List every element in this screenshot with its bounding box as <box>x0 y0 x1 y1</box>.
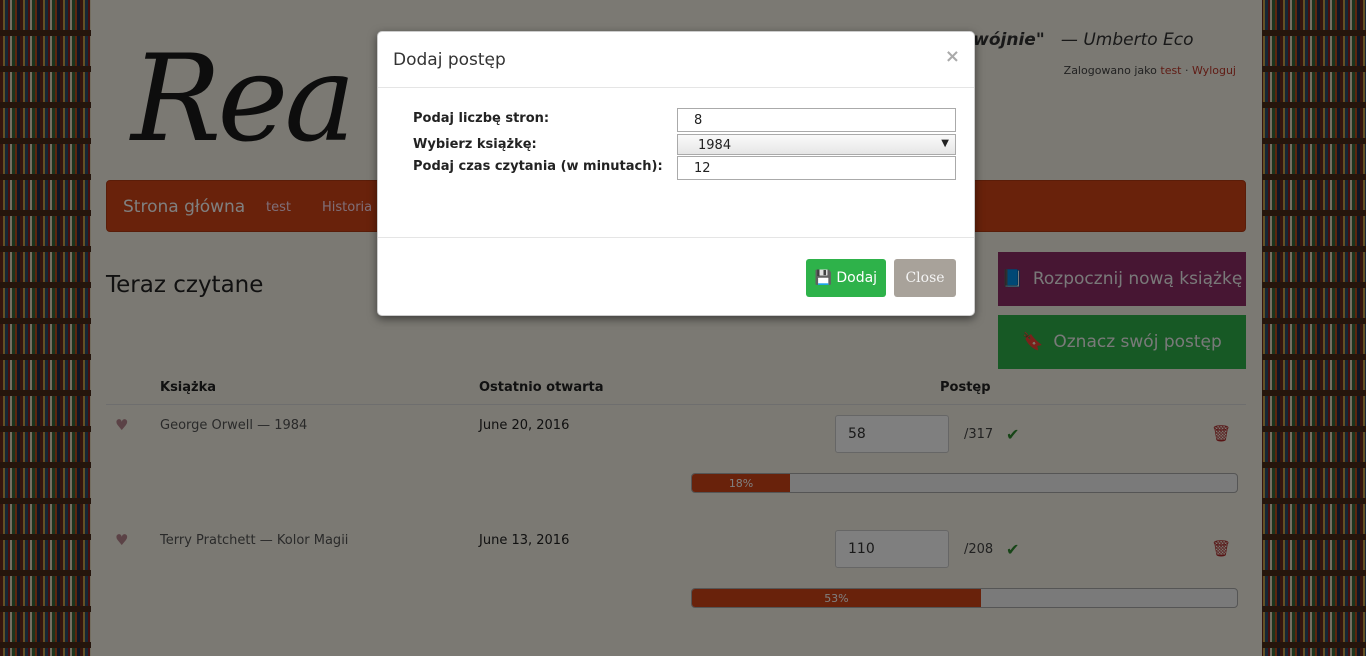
add-button-label: Dodaj <box>836 270 878 286</box>
book-label: Wybierz książkę: <box>413 137 537 152</box>
time-input[interactable]: 12 <box>677 156 956 180</box>
pages-input[interactable]: 8 <box>677 108 956 132</box>
time-label: Podaj czas czytania (w minutach): <box>413 159 663 174</box>
close-button[interactable]: Close <box>894 259 956 297</box>
modal-footer: 💾 Dodaj Close <box>378 237 974 317</box>
modal-title: Dodaj postęp <box>393 50 506 70</box>
book-select[interactable]: 1984 ▼ <box>677 134 956 155</box>
add-button[interactable]: 💾 Dodaj <box>806 259 886 297</box>
pages-label: Podaj liczbę stron: <box>413 111 550 126</box>
add-progress-modal: Dodaj postęp × Podaj liczbę stron: 8 Wyb… <box>377 31 975 316</box>
chevron-down-icon: ▼ <box>941 138 949 149</box>
book-select-value: 1984 <box>698 138 732 153</box>
close-icon[interactable]: × <box>945 46 960 67</box>
save-icon: 💾 <box>814 270 833 286</box>
modal-header: Dodaj postęp × <box>378 32 974 88</box>
